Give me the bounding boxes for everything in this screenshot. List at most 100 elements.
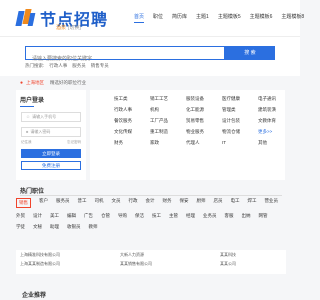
job-tag[interactable]: 保安 [180,198,189,208]
category-item[interactable]: 医疗健康 [222,96,258,107]
nav-item-resumes[interactable]: 简历库 [172,13,187,23]
hot-search-item[interactable]: 服务员 [72,63,86,69]
nav-item-home[interactable]: 首页 [134,13,145,23]
forgot-password-link[interactable]: 忘记密码 [67,140,81,145]
remember-me-checkbox[interactable]: 记住我 [21,140,32,145]
search-box [25,46,225,65]
job-tag[interactable]: 收银员 [67,224,81,230]
job-tag[interactable]: 助理 [50,224,59,230]
nav-item-jobs[interactable]: 职位 [153,13,163,23]
job-tag[interactable]: 保洁 [135,213,144,219]
section-divider [20,195,282,196]
login-title-underline [20,106,34,107]
category-item[interactable]: 财务 [114,140,150,151]
jobs-panel: 销售 客户 服务员 普工 司机 文员 行政 会计 财务 保安 厨师 店员 电工 焊工 营业员外贸 设计 美工 编辑… [16,198,286,244]
hot-search-item[interactable]: 销售专员 [91,63,109,69]
job-tag-list: 销售 客户 服务员 普工 司机 文员 行政 会计 财务 保安 厨师 店员 电工 焊工 营业员外贸 设计 美工 编辑… [16,198,286,235]
category-item[interactable]: 管理类 [222,107,258,118]
company-item[interactable]: 上海某某制造有限公司 [20,261,120,270]
username-field[interactable]: ☺ 请输入手机号 [21,112,81,122]
login-options: 记住我 忘记密码 [21,140,81,145]
site-header: 节点招聘 酒泉 [切换] 首页 职位 简历库 主题1 主题模板5 主题模板6 主题… [0,0,304,36]
company-item[interactable]: 上海精准科技有限公司 [20,252,120,261]
job-tag[interactable]: 焊工 [248,198,257,208]
job-tag[interactable]: 厨师 [197,198,206,208]
category-panel: 技工类 销工工艺 服装设备 医疗健康 电子通讯 行政人事 机构 化工能源 管理类… [90,90,285,180]
category-item[interactable]: 销工工艺 [150,96,186,107]
category-item[interactable]: 重工制造 [150,129,186,140]
job-tag[interactable]: 店员 [214,198,223,208]
category-item[interactable]: 服装设备 [186,96,222,107]
company-item[interactable]: 某某销售有限公司 [120,261,220,270]
job-tag[interactable]: 编辑 [67,213,76,219]
job-tag[interactable]: 经理 [186,213,195,219]
register-button[interactable]: 免费注册 [21,161,81,170]
job-tag[interactable]: 网管 [259,213,268,219]
job-tag[interactable]: 出纳 [242,213,251,219]
hot-search-item[interactable]: 行政人事 [49,63,67,69]
search-button[interactable]: 搜 索 [225,46,275,60]
category-item[interactable]: 技工类 [114,96,150,107]
location-bar: ● 上海地区 精选好的职位行业 [20,80,86,86]
category-item[interactable]: 餐饮服务 [114,118,150,129]
job-tag[interactable]: 教师 [89,224,98,230]
nav-item-theme6[interactable]: 主题模板6 [250,13,273,23]
job-tag[interactable]: 导购 [118,213,127,219]
job-tag[interactable]: 电工 [231,198,240,208]
category-item[interactable]: 贸易零售 [186,118,222,129]
category-item[interactable]: 文教体育 [258,118,294,129]
category-item[interactable]: 机构 [150,107,186,118]
job-tag[interactable]: 销售 [16,198,31,208]
job-tag[interactable]: 学徒 [16,224,25,230]
job-tag[interactable]: 营业员 [265,198,279,208]
job-tag[interactable]: 技工 [152,213,161,219]
job-tag[interactable]: 美工 [50,213,59,219]
job-tag[interactable]: 设计 [33,213,42,219]
job-tag[interactable]: 广告 [84,213,93,219]
category-item[interactable]: 化工能源 [186,107,222,118]
search-area: 搜 索 热门搜索: 行政人事 服务员 销售专员 [0,36,300,76]
category-item[interactable]: 其他 [258,140,294,151]
job-tag[interactable]: 业务员 [203,213,217,219]
category-item[interactable]: 设计包装 [222,118,258,129]
category-item[interactable]: 代理人 [186,140,222,151]
category-more-link[interactable]: 更多>> [258,129,294,140]
job-tag[interactable]: 行政 [129,198,138,208]
city-selector[interactable]: 酒泉 [切换] [56,24,81,31]
login-panel: 用户登录 ☺ 请输入手机号 ■ 请输入密码 记住我 忘记密码 立即登录 免费注册 [16,90,86,180]
job-tag[interactable]: 服务员 [56,198,70,208]
category-item[interactable]: 工厂产品 [150,118,186,129]
login-title: 用户登录 [20,98,45,104]
job-tag[interactable]: 会计 [146,198,155,208]
job-tag[interactable]: 主管 [169,213,178,219]
job-tag[interactable]: 财务 [163,198,172,208]
job-tag[interactable]: 文员 [112,198,121,208]
nav-item-theme8[interactable]: 主题模板8 [281,13,304,23]
category-item[interactable]: 家政 [150,140,186,151]
job-tag[interactable]: 仓管 [101,213,110,219]
job-tag[interactable]: 司机 [95,198,104,208]
company-item[interactable]: 大新人力资源 [120,252,220,261]
job-tag[interactable]: 外贸 [16,213,25,219]
category-item[interactable]: 建筑装潢 [258,107,294,118]
company-item[interactable]: 某某科技 [220,252,290,261]
company-item[interactable]: 某某公司 [220,261,290,270]
category-item[interactable]: 电子通讯 [258,96,294,107]
job-tag[interactable]: 客户 [39,198,48,208]
location-city[interactable]: 上海地区 [26,80,44,86]
location-pin-icon: ● [20,80,24,86]
category-item[interactable]: 物业服务 [186,129,222,140]
category-item[interactable]: 文化传媒 [114,129,150,140]
password-placeholder: 请输入密码 [30,129,51,134]
login-button[interactable]: 立即登录 [21,149,81,158]
job-tag[interactable]: 普工 [78,198,87,208]
password-field[interactable]: ■ 请输入密码 [21,127,81,137]
category-item[interactable]: IT [222,140,258,151]
job-tag[interactable]: 客服 [225,213,234,219]
job-tag[interactable]: 文秘 [33,224,42,230]
nav-item-theme5[interactable]: 主题模板5 [218,13,241,23]
nav-item-theme1[interactable]: 主题1 [196,13,209,23]
category-item[interactable]: 行政人事 [114,107,150,118]
category-item[interactable]: 物流仓储 [222,129,258,140]
city-switch-link[interactable]: [切换] [68,25,81,31]
